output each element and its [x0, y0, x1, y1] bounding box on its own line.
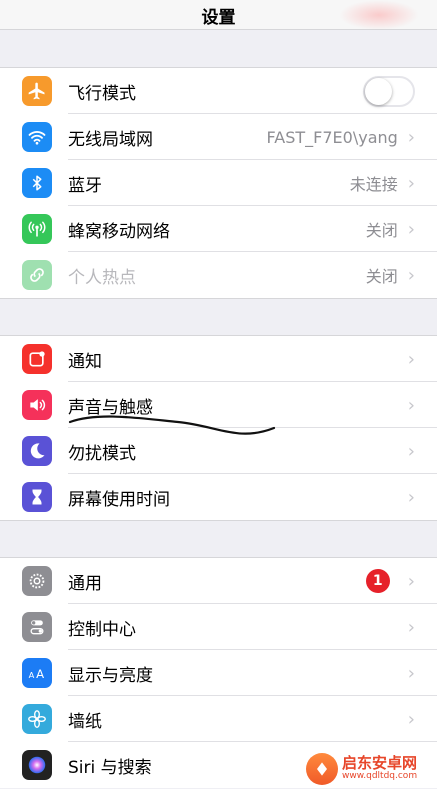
- notification-badge: 1: [365, 569, 390, 593]
- gear-icon: [22, 566, 52, 596]
- watermark-url: www.qdltdq.com: [342, 770, 418, 781]
- settings-row-value: 关闭: [365, 221, 398, 240]
- settings-row-label: 飞行模式: [68, 83, 136, 104]
- control-center-icon: [22, 612, 52, 642]
- chevron-right-icon: ›: [407, 264, 415, 286]
- chevron-right-icon: ›: [407, 662, 415, 684]
- settings-group-connectivity: 飞行模式 无线局域网 FAST_F7E0\yang › 蓝牙 未连接 › 蜂窝移…: [0, 68, 437, 298]
- section-gap: [0, 520, 437, 558]
- svg-text:A: A: [29, 670, 35, 680]
- chevron-right-icon: ›: [407, 348, 415, 370]
- wallpaper-icon: [22, 704, 52, 734]
- moon-icon: [22, 436, 52, 466]
- navigation-bar: 设置: [0, 0, 437, 30]
- settings-row-label: 控制中心: [68, 619, 136, 640]
- settings-row-label: 墙纸: [68, 711, 102, 732]
- wifi-icon: [22, 122, 52, 152]
- hotspot-icon: [22, 260, 52, 290]
- chevron-right-icon: ›: [407, 616, 415, 638]
- settings-row-label: 屏幕使用时间: [68, 489, 170, 510]
- chevron-right-icon: ›: [407, 486, 415, 508]
- settings-row-label: 个人热点: [68, 267, 136, 288]
- settings-row-display[interactable]: AA 显示与亮度 ›: [0, 650, 437, 696]
- settings-row-screen-time[interactable]: 屏幕使用时间 ›: [0, 474, 437, 520]
- chevron-right-icon: ›: [407, 570, 415, 592]
- handwritten-scribble: [68, 415, 276, 435]
- settings-row-hotspot[interactable]: 个人热点 关闭 ›: [0, 252, 437, 298]
- settings-row-label: 通用: [68, 573, 102, 594]
- page-title: 设置: [201, 8, 236, 28]
- notification-icon: [22, 344, 52, 374]
- site-watermark: 启东安卓网 www.qdltdq.com: [306, 748, 437, 789]
- airplane-icon: [22, 76, 52, 106]
- settings-row-general[interactable]: 通用 1 ›: [0, 558, 437, 604]
- settings-row-wallpaper[interactable]: 墙纸 ›: [0, 696, 437, 742]
- settings-row-value: 关闭: [365, 267, 398, 286]
- bluetooth-icon: [22, 168, 52, 198]
- settings-row-wifi[interactable]: 无线局域网 FAST_F7E0\yang ›: [0, 114, 437, 160]
- settings-row-cellular[interactable]: 蜂窝移动网络 关闭 ›: [0, 206, 437, 252]
- settings-row-value: FAST_F7E0\yang: [266, 127, 398, 147]
- hourglass-icon: [22, 482, 52, 512]
- settings-row-label: 蜂窝移动网络: [68, 221, 170, 242]
- section-gap: [0, 298, 437, 336]
- section-gap: [0, 30, 437, 68]
- settings-row-control-center[interactable]: 控制中心 ›: [0, 604, 437, 650]
- settings-row-value: 未连接: [349, 175, 398, 194]
- chevron-right-icon: ›: [407, 394, 415, 416]
- settings-row-airplane-mode[interactable]: 飞行模式: [0, 68, 437, 114]
- settings-row-label: 无线局域网: [68, 129, 153, 150]
- siri-icon: [22, 750, 52, 780]
- svg-text:A: A: [36, 667, 44, 681]
- chevron-right-icon: ›: [407, 708, 415, 730]
- watermark-logo-icon: [306, 752, 338, 785]
- cellular-icon: [22, 214, 52, 244]
- chevron-right-icon: ›: [407, 126, 415, 148]
- chevron-right-icon: ›: [407, 218, 415, 240]
- settings-row-label: 通知: [68, 351, 102, 372]
- chevron-right-icon: ›: [407, 440, 415, 462]
- sound-icon: [22, 390, 52, 420]
- settings-row-notifications[interactable]: 通知 ›: [0, 336, 437, 382]
- display-icon: AA: [22, 658, 52, 688]
- airplane-mode-toggle[interactable]: [363, 75, 415, 107]
- settings-row-bluetooth[interactable]: 蓝牙 未连接 ›: [0, 160, 437, 206]
- watermark-name: 启东安卓网: [342, 754, 418, 773]
- settings-row-label: 蓝牙: [68, 175, 102, 196]
- chevron-right-icon: ›: [407, 172, 415, 194]
- settings-row-label: 显示与亮度: [68, 665, 153, 686]
